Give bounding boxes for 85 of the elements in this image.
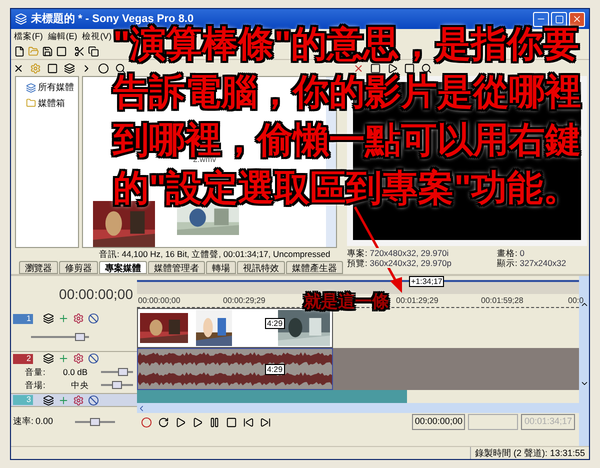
frame-icon[interactable] — [56, 46, 67, 56]
mute-icon[interactable] — [88, 394, 99, 406]
ruler-label: 00:0 — [568, 295, 584, 307]
plus-icon[interactable] — [58, 353, 69, 364]
track-number[interactable]: 1 — [13, 314, 33, 324]
audio-clip[interactable] — [137, 348, 333, 390]
preview-info: 畫格: 0 — [497, 248, 524, 258]
skip-forward-icon[interactable] — [260, 416, 271, 428]
tab[interactable]: 媒體管理者 — [148, 261, 205, 274]
tab[interactable]: 專案媒體 — [99, 261, 147, 274]
save-icon[interactable] — [42, 46, 53, 56]
app-icon — [15, 13, 27, 25]
loop-icon[interactable] — [158, 416, 169, 428]
close-button[interactable] — [569, 12, 585, 26]
video-clip[interactable] — [137, 308, 333, 348]
search-icon[interactable] — [115, 62, 126, 74]
slider-thumb[interactable] — [118, 368, 128, 376]
status-bar: 錄製時間 (2 聲道): 13:31:55 — [470, 447, 589, 459]
tab[interactable]: 視訊特效 — [237, 261, 285, 274]
preview-info: 專案: 720x480x32, 29.970i — [347, 248, 449, 258]
gear-icon[interactable] — [73, 313, 84, 324]
volume-label: 音量: — [25, 366, 46, 379]
copy-icon[interactable] — [88, 46, 99, 56]
gear-icon[interactable] — [73, 353, 84, 364]
mute-icon[interactable] — [88, 353, 99, 364]
time-field[interactable] — [468, 414, 518, 430]
ruler-label: 00:00:29;29 — [223, 295, 266, 307]
time-field[interactable]: 00:00:00;00 — [412, 414, 466, 430]
preview-info: 預覽: 360x240x32, 29.970p — [347, 258, 452, 268]
close-icon — [572, 14, 582, 24]
layers-icon[interactable] — [43, 353, 54, 364]
play-icon[interactable] — [192, 416, 203, 428]
horizontal-scrollbar[interactable] — [137, 403, 579, 413]
volume-value: 0.0 dB — [63, 366, 89, 379]
scissors-icon[interactable] — [74, 46, 85, 56]
track-number[interactable]: 2 — [13, 354, 33, 364]
stop-icon[interactable] — [226, 416, 237, 428]
play-icon[interactable] — [175, 416, 186, 428]
maximize-icon — [554, 14, 564, 24]
minimize-button[interactable] — [533, 12, 549, 26]
new-file-icon[interactable] — [14, 46, 25, 56]
ruler-label: 00:01:29;29 — [396, 295, 438, 307]
callout-text: 就是這一條 — [304, 291, 389, 313]
timecode: 00:00:00;00 — [59, 284, 133, 304]
slider-thumb[interactable] — [75, 333, 86, 341]
skip-back-icon[interactable] — [243, 416, 254, 428]
tab[interactable]: 修剪器 — [59, 261, 98, 274]
slider-thumb[interactable] — [112, 381, 122, 390]
slider-thumb[interactable] — [90, 418, 100, 426]
media-info: 音訊: 44,100 Hz, 16 Bit, 立體聲, 00:01:34;17, Uncompressed — [98, 248, 332, 260]
music-clip[interactable] — [137, 390, 407, 403]
clip-length: 4:29 — [265, 364, 285, 375]
media-stack-icon — [26, 82, 36, 93]
preview-info: 顯示: 327x240x32 — [497, 258, 566, 268]
mute-icon[interactable] — [88, 313, 99, 324]
tree-item[interactable]: 所有媒體 — [38, 81, 74, 94]
menu-item[interactable]: 編輯(E) — [48, 30, 78, 42]
scroll-down-icon[interactable] — [580, 379, 588, 388]
tab[interactable]: 瀏覽器 — [19, 261, 58, 274]
plus-icon[interactable] — [58, 313, 69, 324]
ruler-label: 00:01:59;28 — [481, 295, 524, 307]
pause-icon[interactable] — [209, 416, 220, 428]
layers-icon[interactable] — [43, 394, 54, 406]
menu-item[interactable]: 檔案(F) — [14, 30, 43, 42]
region-length: +1:34;17 — [409, 276, 444, 287]
gear-icon[interactable] — [73, 394, 84, 406]
folder-icon — [26, 98, 36, 108]
window-title: 未標題的 * - Sony Vegas Pro 8.0 — [31, 12, 194, 25]
pan-value: 中央 — [70, 378, 90, 392]
stop-icon[interactable] — [404, 62, 415, 74]
layers-icon[interactable] — [43, 313, 54, 324]
close-icon[interactable] — [13, 62, 24, 74]
layers-icon[interactable] — [64, 62, 75, 74]
tree-item[interactable]: 媒體箱 — [38, 96, 65, 110]
tab[interactable]: 媒體產生器 — [286, 261, 343, 274]
clip-length: 4:29 — [265, 318, 285, 329]
pan-label: 音場: — [25, 378, 46, 392]
menu-item[interactable]: 檢視(V) — [82, 30, 112, 42]
rate-label: 速率: — [13, 415, 34, 428]
annotation-text: "演算棒條"的意思，是指你要 — [113, 26, 580, 62]
record-icon[interactable] — [141, 416, 152, 428]
ruler-label: 00:00:00;00 — [138, 295, 180, 307]
tab[interactable]: 轉場 — [206, 261, 236, 274]
scroll-left-icon[interactable] — [137, 404, 146, 412]
rate-value: 0.00 — [36, 415, 54, 428]
